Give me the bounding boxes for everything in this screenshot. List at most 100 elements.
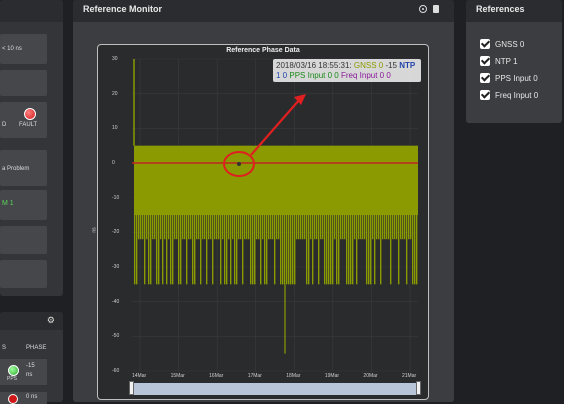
gnss-noise-stripe: [202, 215, 204, 240]
gnss-noise-stripe: [236, 215, 238, 285]
gnss-noise-stripe: [284, 215, 286, 285]
phase-chart[interactable]: [98, 45, 428, 399]
gnss-noise-stripe: [350, 215, 352, 285]
gnss-noise-stripe: [348, 215, 350, 285]
gnss-noise-stripe: [160, 215, 162, 240]
checkbox-checked-icon[interactable]: [480, 73, 490, 83]
navigator-handle-left[interactable]: [129, 381, 134, 395]
tooltip-ntp: NTP: [399, 61, 416, 70]
gnss-noise-stripe: [326, 215, 328, 285]
gnss-noise-stripe: [374, 215, 376, 285]
gnss-noise-stripe: [212, 215, 214, 285]
gnss-noise-stripe: [238, 215, 240, 240]
gnss-noise-stripe: [222, 215, 224, 240]
phase-panel: ⚙ PHASE S PPS -15 ns 0 ns: [0, 312, 63, 404]
reference-label: PPS Input 0: [495, 73, 538, 83]
gnss-noise-stripe: [416, 215, 418, 285]
gnss-noise-stripe: [330, 215, 332, 285]
gnss-noise-stripe: [220, 215, 222, 285]
gnss-noise-stripe: [166, 215, 168, 285]
gnss-noise-stripe: [264, 215, 266, 285]
phase-row: PPS -15 ns: [0, 359, 47, 385]
gnss-noise-stripe: [370, 215, 372, 285]
gnss-noise-stripe: [300, 215, 302, 240]
gnss-noise-stripe: [180, 215, 182, 285]
gnss-noise-stripe: [250, 215, 252, 285]
reference-toggle-gnss[interactable]: GNSS 0: [480, 38, 524, 50]
gnss-noise-stripe: [184, 215, 186, 240]
checkbox-checked-icon[interactable]: [480, 56, 490, 66]
gnss-noise-stripe: [258, 215, 260, 240]
reference-label: NTP 1: [495, 56, 518, 66]
gnss-noise-stripe: [162, 215, 164, 285]
reference-label: Freq Input 0: [495, 90, 539, 100]
gnss-noise-stripe: [376, 215, 378, 240]
gear-icon[interactable]: ⚙: [47, 315, 55, 326]
gnss-noise-stripe: [140, 215, 142, 240]
gnss-noise-stripe: [344, 215, 346, 240]
status-row-7: [0, 260, 47, 288]
gnss-noise-stripe: [226, 215, 228, 285]
gnss-noise-stripe: [200, 215, 202, 285]
data-point-marker: [237, 162, 241, 166]
gnss-noise-stripe: [386, 215, 388, 240]
trash-icon[interactable]: [433, 5, 439, 13]
reference-toggle-freq[interactable]: Freq Input 0: [480, 89, 538, 101]
gnss-noise-stripe: [322, 215, 324, 240]
gnss-noise-stripe: [170, 215, 172, 285]
phase-row: 0 ns: [0, 392, 47, 404]
column-cut-text: S: [2, 345, 7, 351]
gnss-noise-stripe: [216, 215, 218, 240]
gnss-noise-stripe: [134, 215, 136, 285]
gnss-noise-stripe: [412, 215, 414, 285]
gnss-noise-stripe: [314, 215, 316, 240]
references-header: References: [466, 0, 562, 22]
gnss-noise-stripe: [292, 215, 294, 285]
reference-toggle-ntp[interactable]: NTP 1: [480, 55, 518, 67]
gnss-noise-stripe: [148, 215, 150, 285]
status-row-text: M 1: [2, 200, 14, 207]
phase-unit: ns: [26, 372, 33, 378]
gnss-noise-stripe: [158, 215, 160, 285]
gnss-noise-stripe: [240, 215, 242, 240]
gnss-noise-stripe: [332, 215, 334, 285]
checkbox-checked-icon[interactable]: [480, 39, 490, 49]
gnss-noise-stripe: [156, 215, 158, 285]
gnss-noise-stripe: [394, 215, 396, 240]
reference-toggle-pps[interactable]: PPS Input 0: [480, 72, 538, 84]
gnss-noise-stripe: [306, 215, 308, 285]
status-panel: < 10 ns D FAULT a Problem M 1: [0, 0, 63, 296]
gnss-noise-stripe: [368, 215, 370, 285]
navigator-handle-right[interactable]: [416, 381, 421, 395]
gnss-noise-stripe: [396, 215, 398, 240]
status-panel-header: [0, 0, 63, 22]
gnss-noise-stripe: [382, 215, 384, 240]
gnss-noise-stripe: [324, 215, 326, 285]
status-row-6: [0, 226, 47, 254]
gnss-noise-stripe: [138, 215, 140, 240]
tooltip-gnss-value: -15: [385, 61, 397, 70]
gnss-noise-stripe: [280, 215, 282, 285]
gnss-noise-stripe: [146, 215, 148, 240]
gnss-noise-stripe: [164, 215, 166, 240]
gnss-noise-stripe: [172, 215, 174, 285]
gnss-noise-stripe: [318, 215, 320, 285]
gnss-noise-stripe: [232, 215, 234, 240]
gnss-noise-stripe: [380, 215, 382, 285]
gnss-noise-stripe: [174, 215, 176, 240]
gnss-noise-stripe: [414, 215, 416, 285]
tooltip-pps: PPS Input 0 0: [289, 71, 339, 80]
checkbox-checked-icon[interactable]: [480, 90, 490, 100]
gnss-noise-stripe: [410, 215, 412, 240]
gnss-noise-stripe: [186, 215, 188, 285]
gnss-noise-stripe: [308, 215, 310, 285]
status-row-text: < 10 ns: [2, 46, 22, 52]
gnss-noise-stripe: [136, 215, 138, 285]
gnss-noise-stripe: [210, 215, 212, 240]
gnss-noise-stripe: [294, 215, 296, 285]
gnss-noise-stripe: [142, 215, 144, 240]
gnss-noise-stripe: [398, 215, 400, 285]
chart-navigator[interactable]: [132, 383, 418, 395]
settings-icon[interactable]: [419, 5, 427, 13]
tooltip-gnss: GNSS 0: [353, 61, 384, 70]
